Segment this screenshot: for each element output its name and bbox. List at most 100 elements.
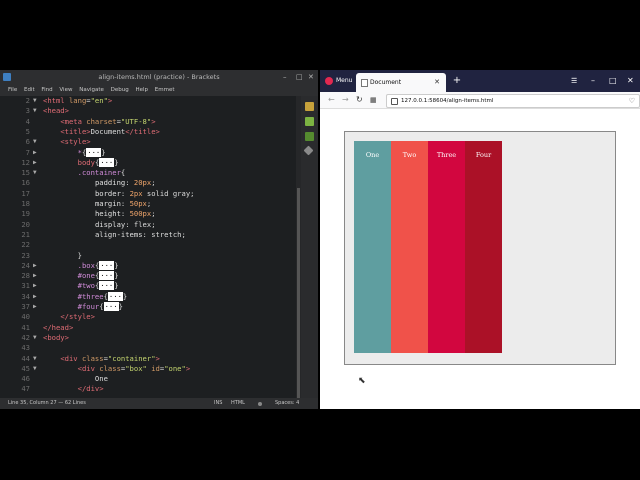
code-line[interactable]: 19 height: 500px; — [0, 209, 300, 219]
line-number: 15 — [21, 168, 30, 178]
menu-file[interactable]: File — [8, 87, 17, 93]
menu-edit[interactable]: Edit — [24, 87, 35, 93]
code-line[interactable]: 47 </div> — [0, 384, 300, 394]
insert-mode[interactable]: INS — [214, 398, 222, 409]
browser-menu-button[interactable]: Menu — [322, 73, 354, 89]
lint-status-icon — [258, 402, 262, 406]
browser-window-controls: ☰ – □ ✕ — [568, 73, 640, 89]
code-area[interactable]: 2 ▼ <html lang="en"> 3 ▼ <head> 4 <meta charse… — [0, 96, 300, 398]
fold-toggle-icon[interactable]: ▼ — [33, 106, 37, 116]
code-line[interactable]: 16 padding: 20px; — [0, 178, 300, 188]
indent-setting[interactable]: Spaces: 4 — [275, 398, 299, 409]
fold-toggle-icon[interactable]: ▶ — [33, 292, 37, 302]
fold-toggle-icon[interactable]: ▶ — [33, 281, 37, 291]
extension-manager-icon[interactable] — [305, 117, 314, 126]
code-text: <body> — [43, 332, 69, 342]
tab-document[interactable]: Document ✕ — [356, 73, 446, 92]
live-preview-icon[interactable] — [305, 102, 314, 111]
fold-toggle-icon[interactable]: ▶ — [33, 302, 37, 312]
extension-icon[interactable] — [305, 132, 314, 141]
code-line[interactable]: 28 ▶ #one{···} — [0, 271, 300, 281]
code-line[interactable]: 31 ▶ #two{···} — [0, 281, 300, 291]
code-line[interactable]: 2 ▼ <html lang="en"> — [0, 96, 300, 106]
fold-toggle-icon[interactable]: ▼ — [33, 333, 37, 343]
firefox-logo-icon — [325, 77, 333, 85]
code-line[interactable]: 21 align-items: stretch; — [0, 230, 300, 240]
code-text: #two{···} — [77, 281, 119, 291]
code-line[interactable]: 7 ▶ *{···} — [0, 147, 300, 158]
fold-toggle-icon[interactable]: ▼ — [33, 364, 37, 374]
code-line[interactable]: 24 ▶ .box{···} — [0, 260, 300, 271]
fold-toggle-icon[interactable]: ▼ — [33, 137, 37, 147]
editor-scrollbar-thumb[interactable] — [297, 188, 300, 398]
code-line[interactable]: 43 — [0, 343, 300, 353]
code-line[interactable]: 18 margin: 50px; — [0, 199, 300, 209]
line-number: 37 — [21, 302, 30, 311]
menu-debug[interactable]: Debug — [111, 87, 129, 93]
back-icon[interactable]: ← — [328, 94, 335, 106]
code-line[interactable]: 44 ▼ <div class="container"> — [0, 354, 300, 364]
shield-icon[interactable]: ♡ — [629, 95, 635, 107]
menu-emmet[interactable]: Emmet — [155, 87, 175, 93]
menu-find[interactable]: Find — [41, 87, 52, 93]
git-icon[interactable] — [303, 145, 314, 156]
fold-toggle-icon[interactable]: ▶ — [33, 148, 37, 158]
fold-toggle-icon[interactable]: ▶ — [33, 271, 37, 281]
code-line[interactable]: 3 ▼ <head> — [0, 106, 300, 116]
code-text: </div> — [77, 384, 104, 394]
fold-toggle-icon[interactable]: ▼ — [33, 354, 37, 364]
code-line[interactable]: 6 ▼ <style> — [0, 137, 300, 147]
toolbar-rail — [301, 96, 318, 409]
code-line[interactable]: 42 ▼ <body> — [0, 333, 300, 343]
code-line[interactable]: 22 — [0, 240, 300, 250]
cursor-position: Line 35, Column 27 — 62 Lines — [8, 400, 86, 406]
info-icon[interactable] — [391, 98, 398, 105]
code-line[interactable]: 37 ▶ #four{···} — [0, 302, 300, 312]
tab-list-icon[interactable]: ☰ — [571, 73, 577, 89]
language-mode[interactable]: HTML — [231, 398, 245, 409]
code-line[interactable]: 45 ▼ <div class="box" id="one"> — [0, 364, 300, 374]
apps-grid-icon[interactable]: ▦ — [370, 94, 377, 106]
code-text: <div class="container"> — [60, 353, 160, 363]
fold-toggle-icon[interactable]: ▼ — [33, 168, 37, 178]
code-text: margin: 50px; — [94, 199, 152, 208]
mouse-cursor-icon: ⬉ — [358, 376, 366, 386]
code-text: display: flex; — [94, 219, 156, 229]
close-tab-icon[interactable]: ✕ — [434, 73, 440, 92]
code-line[interactable]: 4 <meta charset="UTF-8"> — [0, 117, 300, 127]
fold-toggle-icon[interactable]: ▶ — [33, 158, 37, 168]
line-number: 18 — [21, 199, 30, 208]
code-text: <meta charset="UTF-8"> — [60, 116, 156, 126]
fold-toggle-icon[interactable]: ▼ — [33, 96, 37, 106]
close-icon[interactable]: ✕ — [308, 70, 314, 84]
maximize-icon[interactable]: □ — [296, 70, 303, 84]
reload-icon[interactable]: ↻ — [356, 94, 363, 106]
fold-toggle-icon[interactable]: ▶ — [33, 261, 37, 271]
minimize-icon[interactable]: – — [283, 70, 287, 84]
maximize-icon[interactable]: □ — [609, 73, 617, 89]
forward-icon[interactable]: → — [342, 94, 349, 106]
new-tab-button[interactable]: + — [450, 73, 464, 89]
line-number: 22 — [21, 240, 30, 250]
code-line[interactable]: 23 } — [0, 251, 300, 261]
url-bar[interactable]: 127.0.0.1:58604/align-items.html ♡ — [386, 94, 640, 108]
code-line[interactable]: 41 </head> — [0, 323, 300, 333]
code-line[interactable]: 40 </style> — [0, 312, 300, 322]
menu-navigate[interactable]: Navigate — [79, 87, 104, 93]
page-icon — [361, 79, 368, 87]
code-line[interactable]: 5 <title>Document</title> — [0, 127, 300, 137]
menu-help[interactable]: Help — [135, 87, 148, 93]
code-line[interactable]: 34 ▶ #three{···} — [0, 291, 300, 302]
code-line[interactable]: 17 border: 2px solid gray; — [0, 189, 300, 199]
code-text: #one{···} — [77, 271, 119, 281]
box-three: Three — [428, 141, 465, 353]
close-icon[interactable]: ✕ — [627, 73, 634, 89]
code-line[interactable]: 15 ▼ .container{ — [0, 168, 300, 178]
minimize-icon[interactable]: – — [591, 73, 595, 89]
code-text: <div class="box" id="one"> — [77, 363, 191, 373]
code-line[interactable]: 46 One — [0, 374, 300, 384]
menu-view[interactable]: View — [59, 87, 72, 93]
line-number: 40 — [21, 312, 30, 322]
code-line[interactable]: 12 ▶ body{···} — [0, 157, 300, 168]
code-line[interactable]: 20 display: flex; — [0, 220, 300, 230]
